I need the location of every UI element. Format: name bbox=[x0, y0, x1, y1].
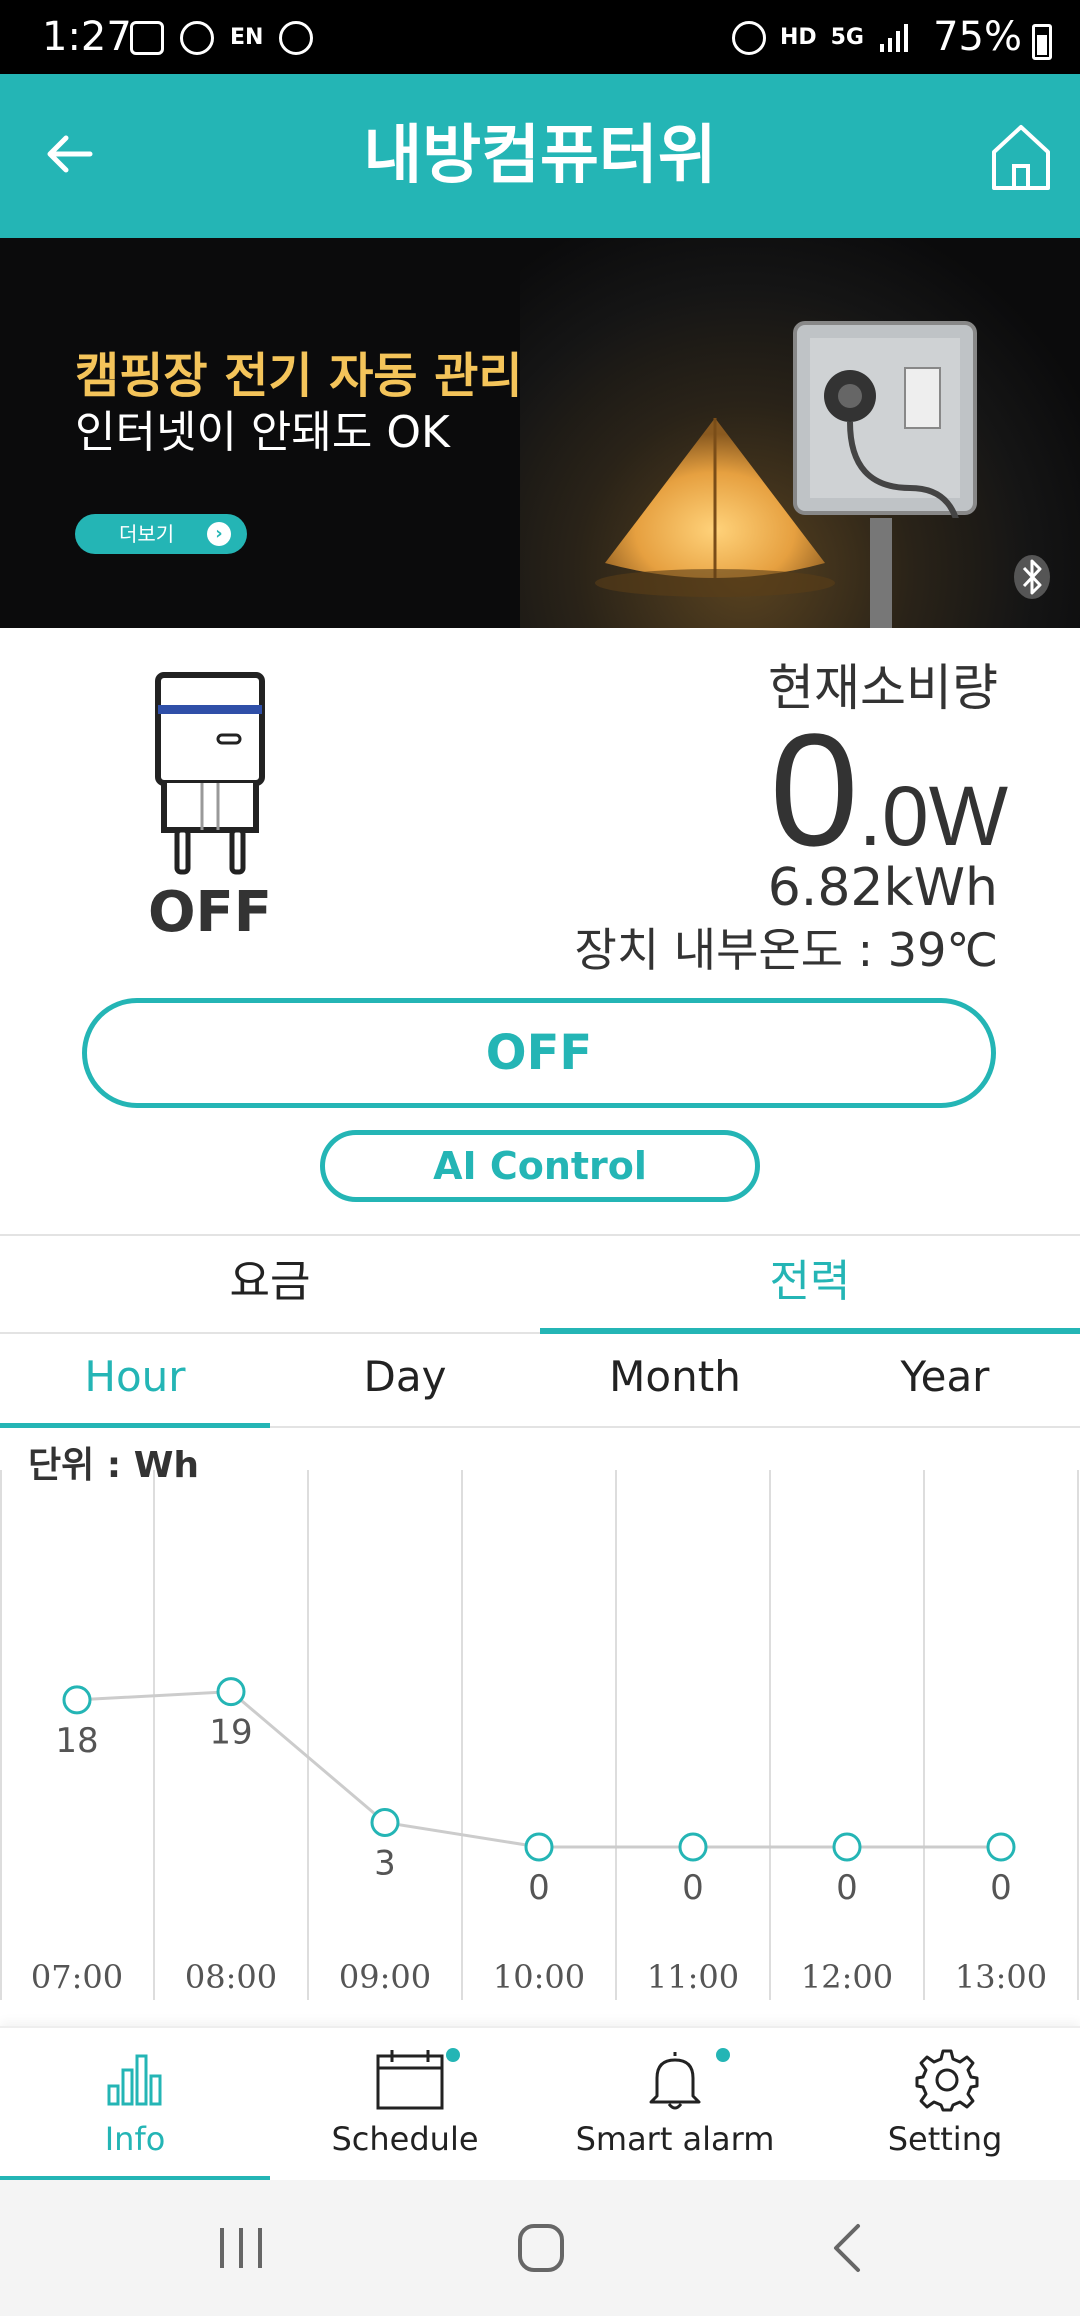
more-label: 더보기 bbox=[119, 522, 175, 546]
chart-tick-label: 12:00 bbox=[801, 1958, 893, 1996]
chart-point bbox=[370, 1807, 400, 1837]
power-integer: 0 bbox=[769, 700, 859, 879]
nav-info[interactable]: Info bbox=[0, 2028, 270, 2182]
battery-icon bbox=[1032, 24, 1052, 60]
nav-smart-alarm[interactable]: Smart alarm bbox=[540, 2028, 810, 2182]
energy-total: 6.82kWh bbox=[767, 858, 998, 918]
status-bar: 1:27 EN HD 5G 75% bbox=[0, 0, 1080, 74]
tab-year[interactable]: Year bbox=[810, 1332, 1080, 1426]
hd-voice-icon: HD bbox=[779, 25, 817, 50]
system-navigation-bar bbox=[0, 2180, 1080, 2316]
promo-banner[interactable]: 캠핑장 전기 자동 관리 인터넷이 안돼도 OK 더보기 › bbox=[0, 238, 1080, 628]
chart-value-label: 0 bbox=[990, 1868, 1012, 1908]
primary-tabs: 요금 전력 bbox=[0, 1234, 1080, 1334]
internal-temperature: 장치 내부온도 : 39℃ bbox=[574, 923, 998, 977]
bluetooth-icon bbox=[1014, 555, 1050, 599]
chart-unit-label: 단위 : Wh bbox=[28, 1445, 200, 1486]
chevron-right-icon: › bbox=[207, 522, 231, 546]
app-header: 내방컴퓨터위 bbox=[0, 74, 1080, 238]
banner-subline: 인터넷이 안돼도 OK bbox=[75, 407, 450, 458]
power-line-chart[interactable]: 18 07:00 19 08:00 3 09:00 0 10:00 0 11:00 0 12:00 0 1… bbox=[0, 1440, 1080, 2010]
recents-icon[interactable] bbox=[216, 2224, 266, 2272]
chart-tick-label: 13:00 bbox=[955, 1958, 1047, 1996]
nav-schedule[interactable]: Schedule bbox=[270, 2028, 540, 2182]
smart-alarm-badge bbox=[716, 2048, 730, 2062]
power-decimal: .0 bbox=[858, 769, 929, 863]
5g-icon: 5G bbox=[830, 25, 864, 50]
more-button[interactable]: 더보기 › bbox=[75, 514, 247, 554]
arrow-left-icon[interactable] bbox=[40, 124, 100, 184]
chart-value-label: 3 bbox=[374, 1843, 396, 1883]
chart-point bbox=[986, 1832, 1016, 1862]
status-left-icons: EN bbox=[130, 18, 314, 58]
home-icon[interactable] bbox=[990, 122, 1052, 192]
battery-percent: 75% bbox=[933, 14, 1022, 60]
gear-icon bbox=[915, 2049, 979, 2112]
chart-point bbox=[832, 1832, 862, 1862]
alarm-icon bbox=[731, 21, 766, 55]
period-tab-indicator bbox=[0, 1423, 270, 1428]
tab-power[interactable]: 전력 bbox=[540, 1236, 1080, 1332]
nav-schedule-label: Schedule bbox=[331, 2120, 479, 2158]
calendar-icon bbox=[376, 2050, 444, 2110]
nav-setting[interactable]: Setting bbox=[810, 2028, 1080, 2182]
chart-point bbox=[678, 1832, 708, 1862]
chart-point bbox=[62, 1685, 92, 1715]
chart-tick-label: 11:00 bbox=[647, 1958, 739, 1996]
bell-icon bbox=[649, 2052, 701, 2110]
banner-pole bbox=[870, 518, 892, 628]
power-toggle-button[interactable]: OFF bbox=[82, 998, 996, 1108]
tab-month[interactable]: Month bbox=[540, 1332, 810, 1426]
gallery-icon bbox=[130, 21, 164, 55]
chart-tick-label: 07:00 bbox=[31, 1958, 123, 1996]
chart-point bbox=[216, 1677, 246, 1707]
bar-chart-icon bbox=[107, 2054, 162, 2106]
chart-point bbox=[524, 1832, 554, 1862]
plug-state-label: OFF bbox=[147, 880, 273, 945]
chart-value-label: 0 bbox=[682, 1868, 704, 1908]
period-tabs: Hour Day Month Year bbox=[0, 1332, 1080, 1428]
lang-en-icon: EN bbox=[230, 25, 264, 50]
smart-plug-icon bbox=[155, 672, 265, 875]
tab-hour[interactable]: Hour bbox=[0, 1332, 270, 1426]
chart-value-label: 0 bbox=[836, 1868, 858, 1908]
chart-value-label: 18 bbox=[55, 1721, 98, 1761]
ai-control-button[interactable]: AI Control bbox=[320, 1130, 760, 1202]
nav-smart-alarm-label: Smart alarm bbox=[575, 2120, 775, 2158]
accessibility-icon bbox=[279, 21, 314, 55]
status-time: 1:27 bbox=[42, 14, 132, 60]
page-title: 내방컴퓨터위 bbox=[363, 119, 717, 193]
power-unit: W bbox=[928, 769, 1008, 863]
chart-value-label: 0 bbox=[528, 1868, 550, 1908]
vpn-icon bbox=[180, 21, 214, 55]
nav-info-label: Info bbox=[104, 2120, 166, 2158]
power-readout: 0.0W bbox=[770, 700, 1008, 880]
chart-tick-label: 09:00 bbox=[339, 1958, 431, 1996]
back-chevron-icon[interactable] bbox=[826, 2222, 866, 2274]
tab-day[interactable]: Day bbox=[270, 1332, 540, 1426]
tab-fee[interactable]: 요금 bbox=[0, 1236, 540, 1332]
chart-value-label: 19 bbox=[209, 1713, 252, 1753]
bottom-navigation: Info Schedule Smart alarm Setting bbox=[0, 2026, 1080, 2182]
nav-setting-label: Setting bbox=[887, 2120, 1003, 2158]
power-box-icon bbox=[793, 321, 977, 518]
status-right-icons: HD 5G bbox=[731, 18, 910, 58]
home-circle-icon[interactable] bbox=[516, 2222, 566, 2274]
signal-icon bbox=[880, 24, 908, 52]
chart-tick-label: 08:00 bbox=[185, 1958, 277, 1996]
chart-tick-label: 10:00 bbox=[493, 1958, 585, 1996]
schedule-badge bbox=[446, 2048, 460, 2062]
